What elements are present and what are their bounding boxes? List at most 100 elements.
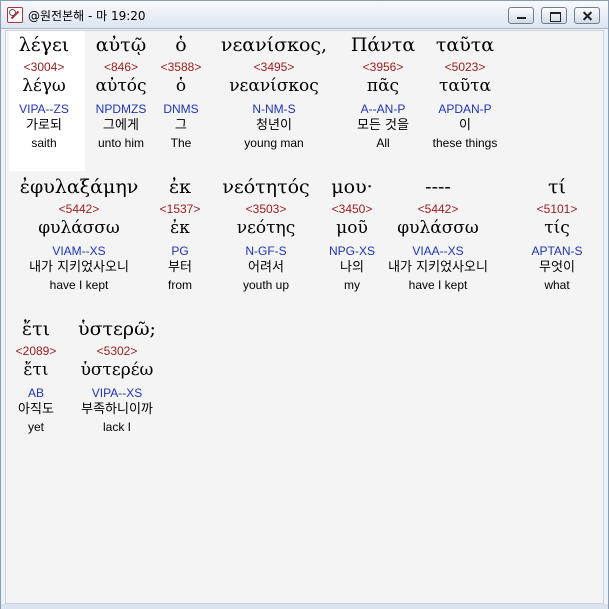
strong-number[interactable]: <1537>	[160, 201, 201, 217]
korean-gloss: 내가 지키었사오니	[29, 260, 129, 275]
lemma-word: ἐκ	[170, 218, 190, 238]
lemma-word: νεότης	[236, 218, 296, 238]
interlinear-panel: λέγει <3004> λέγω VIPA--ZS 가로되 saith αὐτῷ <846>…	[5, 30, 604, 604]
strong-number[interactable]: <5023>	[445, 59, 486, 75]
english-gloss: have I kept	[49, 278, 109, 292]
word-block[interactable]: αὐτῷ <846> αὐτός NPDMZS 그에게 unto him	[96, 31, 147, 151]
strong-number[interactable]: <3495>	[254, 59, 295, 75]
english-gloss: yet	[27, 420, 44, 434]
close-button[interactable]	[574, 7, 600, 24]
strong-number[interactable]: <5302>	[97, 343, 138, 359]
parsing-code: PG	[171, 244, 189, 258]
strong-number[interactable]: <3588>	[161, 59, 202, 75]
parsing-code: VIAA--XS	[412, 244, 464, 258]
word-block[interactable]: Πάντα <3956> πᾶς A--AN-P 모든 것을 All	[351, 31, 415, 151]
lemma-word: φυλάσσω	[397, 218, 479, 238]
english-gloss: young man	[244, 136, 304, 150]
korean-gloss: 부족하니이까	[81, 402, 153, 417]
strong-number[interactable]: <5442>	[59, 201, 100, 217]
parsing-code: A--AN-P	[360, 102, 406, 116]
korean-gloss: 이	[459, 118, 471, 133]
window-bottom-border	[1, 604, 608, 609]
english-gloss: youth up	[242, 278, 290, 292]
strong-number[interactable]: <2089>	[16, 343, 57, 359]
greek-word: ἔτι	[21, 318, 51, 340]
app-window: @원전본해 - 마 19:20 λέγει <3004> λέγω VIPA--ZS 가…	[0, 0, 609, 609]
greek-word: τί	[548, 176, 566, 198]
greek-word: ----	[425, 176, 451, 198]
word-block[interactable]: ἔτι <2089> ἔτι AB 아직도 yet	[16, 315, 57, 435]
title-bar[interactable]: @원전본해 - 마 19:20	[1, 1, 608, 29]
app-icon[interactable]	[7, 7, 23, 23]
lemma-word: πᾶς	[366, 76, 400, 96]
english-gloss: All	[376, 136, 390, 150]
word-block[interactable]: νεανίσκος, <3495> νεανίσκος N-NM-S 청년이 young …	[221, 31, 327, 151]
lemma-word: μοῦ	[336, 218, 368, 238]
strong-number[interactable]: <3004>	[24, 59, 65, 75]
english-gloss: lack I	[102, 420, 132, 434]
english-gloss: my	[343, 278, 360, 292]
word-block[interactable]: ἐκ <1537> ἐκ PG 부터 from	[160, 173, 201, 293]
minimize-button[interactable]	[508, 7, 534, 24]
lemma-word: ὑστερέω	[80, 360, 154, 380]
parsing-code: NPDMZS	[95, 102, 147, 116]
korean-gloss: 그에게	[103, 118, 139, 133]
parsing-code: APDAN-P	[438, 102, 492, 116]
lemma-word: φυλάσσω	[38, 218, 120, 238]
english-gloss: these things	[432, 136, 498, 150]
lemma-word: ἔτι	[23, 360, 49, 380]
english-gloss: have I kept	[408, 278, 468, 292]
greek-word: μου·	[331, 176, 373, 198]
parsing-code: N-GF-S	[245, 244, 287, 258]
greek-word: ἐκ	[168, 176, 192, 198]
parsing-code: AB	[27, 386, 44, 400]
korean-gloss: 가로되	[26, 118, 62, 133]
english-gloss: unto him	[97, 136, 145, 150]
strong-number[interactable]: <3503>	[246, 201, 287, 217]
korean-gloss: 부터	[168, 260, 192, 275]
english-gloss: saith	[31, 136, 57, 150]
greek-word: νεανίσκος,	[220, 34, 328, 56]
word-block[interactable]: λέγει <3004> λέγω VIPA--ZS 가로되 saith	[19, 31, 70, 151]
word-block[interactable]: ταῦτα <5023> ταῦτα APDAN-P 이 these things	[433, 31, 498, 151]
korean-gloss: 어려서	[248, 260, 284, 275]
korean-gloss: 무엇이	[539, 260, 575, 275]
strong-number[interactable]: <3956>	[363, 59, 404, 75]
parsing-code: N-NM-S	[252, 102, 296, 116]
strong-number[interactable]: <3450>	[332, 201, 373, 217]
lemma-word: τίς	[544, 218, 570, 238]
word-block[interactable]: ὑστερῶ; <5302> ὑστερέω VIPA--XS 부족하니이까 lack I	[78, 315, 156, 435]
strong-number[interactable]: <846>	[104, 59, 138, 75]
word-block[interactable]: νεότητός <3503> νεότης N-GF-S 어려서 youth up	[222, 173, 309, 293]
korean-gloss: 청년이	[256, 118, 292, 133]
word-block[interactable]: ὁ <3588> ὁ DNMS 그 The	[161, 31, 202, 151]
window-title: @원전본해 - 마 19:20	[28, 9, 146, 23]
parsing-code: APTAN-S	[531, 244, 583, 258]
word-block[interactable]: τί <5101> τίς APTAN-S 무엇이 what	[531, 173, 582, 293]
strong-number[interactable]: <5442>	[418, 201, 459, 217]
english-gloss: from	[168, 278, 192, 292]
word-block[interactable]: ---- <5442> φυλάσσω VIAA--XS 내가 지키었사오니 have I…	[388, 173, 488, 293]
greek-word: λέγει	[18, 34, 70, 56]
parsing-code: VIPA--ZS	[19, 102, 69, 116]
word-block[interactable]: μου· <3450> μοῦ NPG-XS 나의 my	[329, 173, 375, 293]
word-block[interactable]: ἐφυλαξάμην <5442> φυλάσσω VIAM--XS 내가 지키었사오니…	[20, 173, 139, 293]
greek-word: ταῦτα	[435, 34, 495, 56]
korean-gloss: 아직도	[18, 402, 54, 417]
strong-number[interactable]: <5101>	[537, 201, 578, 217]
english-gloss: what	[544, 278, 570, 292]
lemma-word: ὁ	[175, 76, 187, 96]
greek-word: νεότητός	[222, 176, 310, 198]
korean-gloss: 나의	[340, 260, 364, 275]
parsing-code: NPG-XS	[328, 244, 376, 258]
korean-gloss: 그	[175, 118, 187, 133]
lemma-word: αὐτός	[95, 76, 147, 96]
greek-word: ἐφυλαξάμην	[19, 176, 139, 198]
parsing-code: VIAM--XS	[52, 244, 106, 258]
greek-word: αὐτῷ	[95, 34, 147, 56]
korean-gloss: 내가 지키었사오니	[388, 260, 488, 275]
lemma-word: ταῦτα	[438, 76, 492, 96]
greek-word: ὁ	[175, 34, 187, 56]
maximize-button[interactable]	[541, 7, 567, 24]
parsing-code: DNMS	[163, 102, 199, 116]
